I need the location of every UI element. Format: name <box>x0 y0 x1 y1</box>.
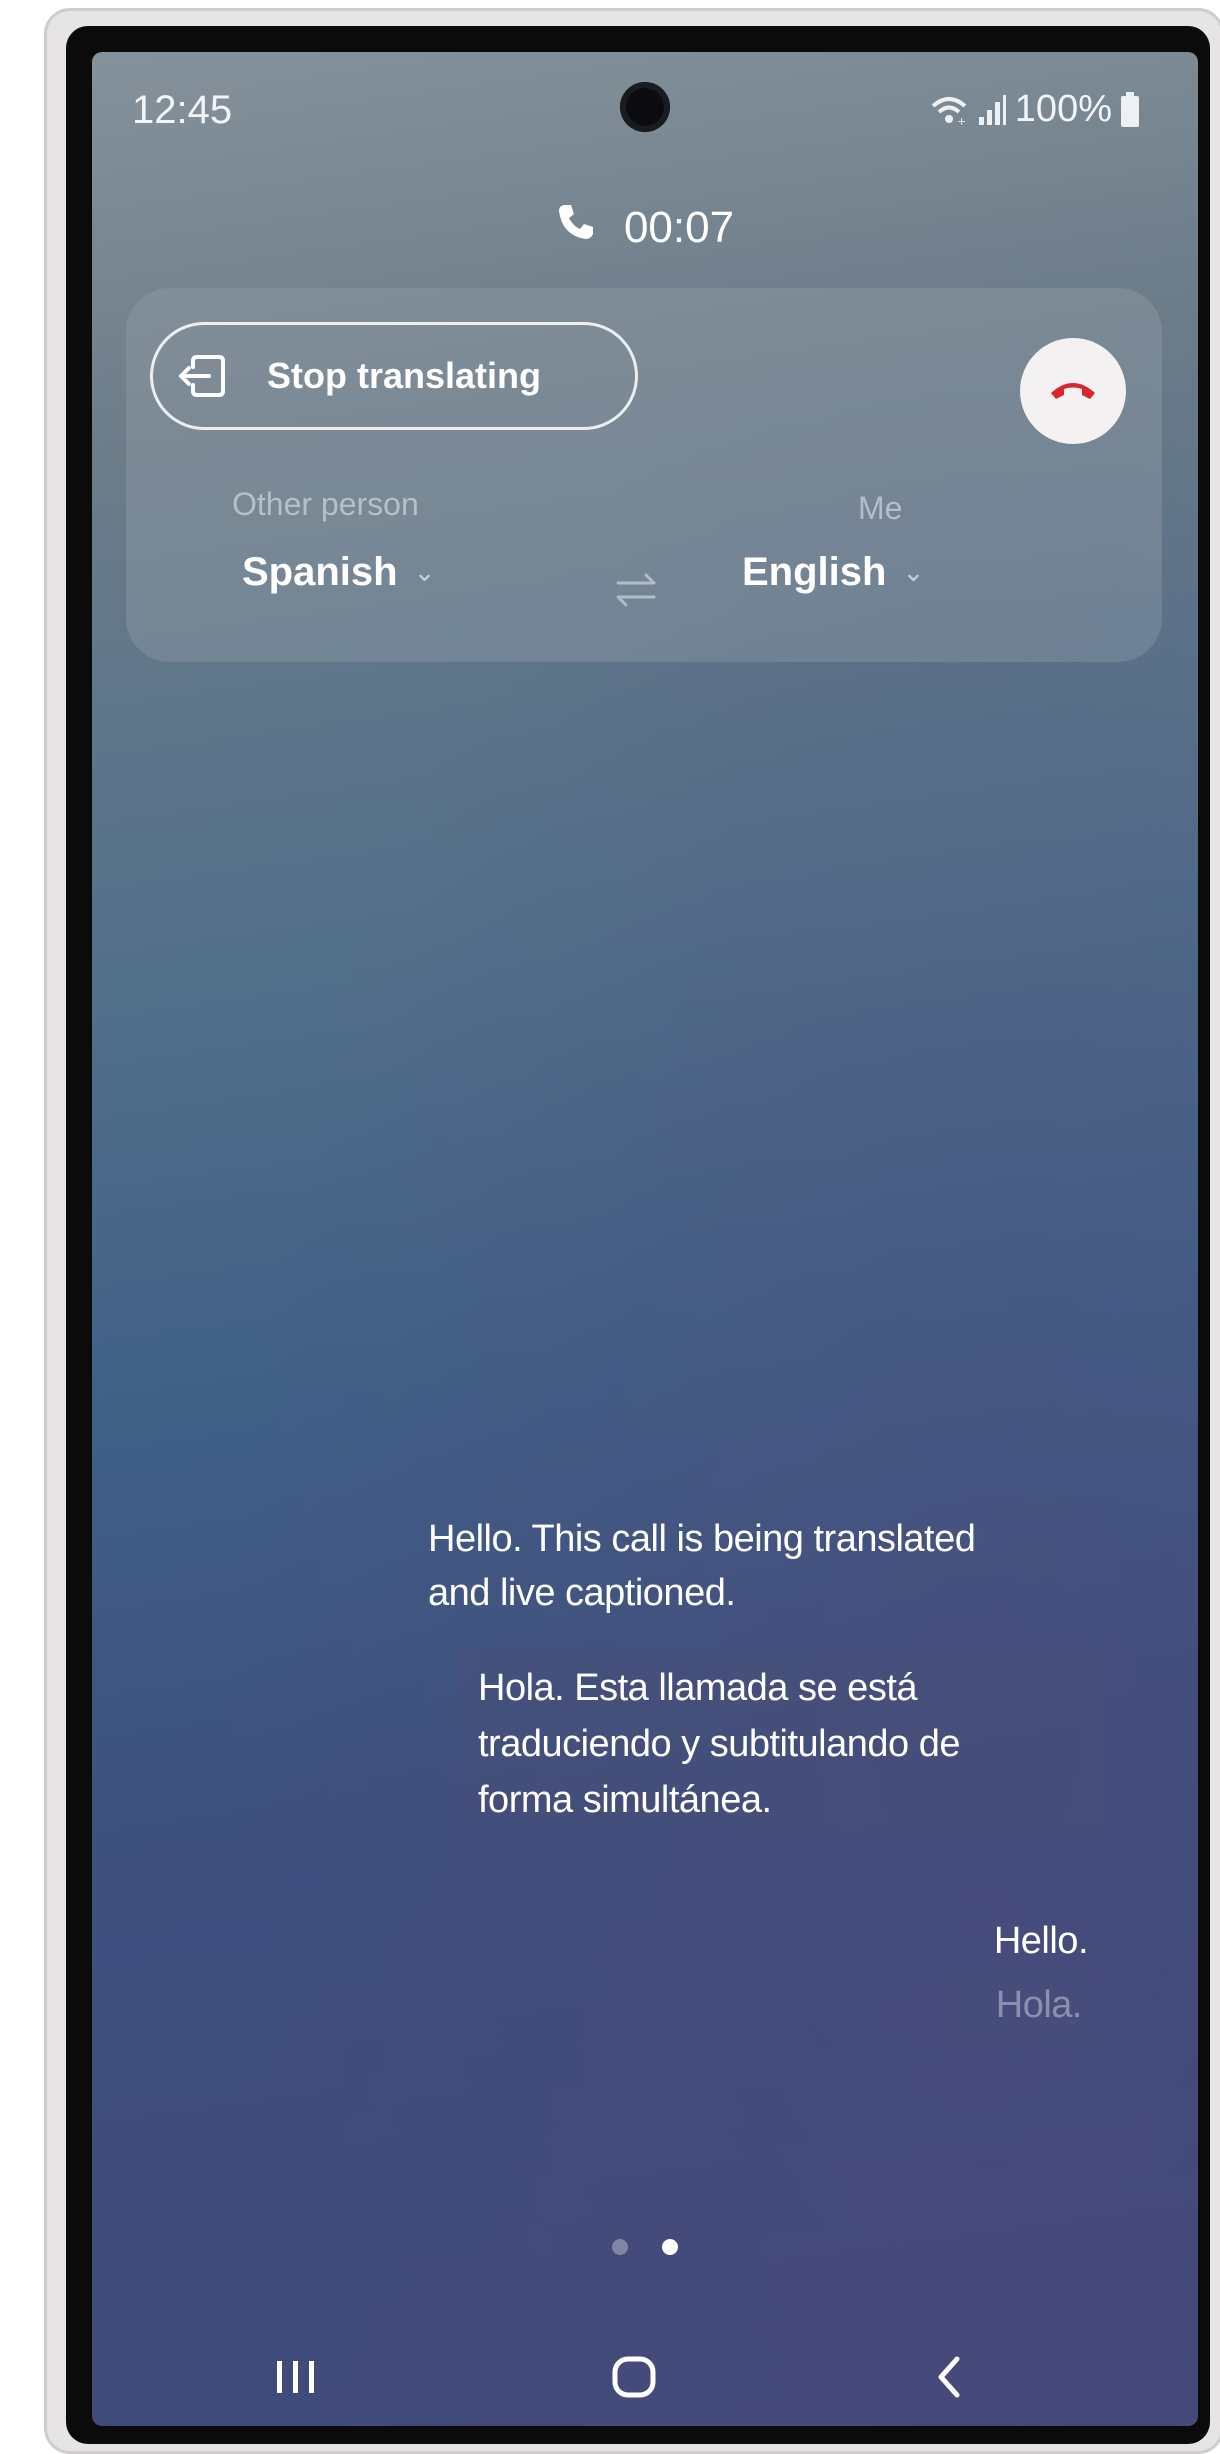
page-indicator <box>92 2239 1198 2255</box>
chevron-down-icon: ⌄ <box>902 557 925 587</box>
me-label: Me <box>858 490 903 526</box>
battery-icon <box>1120 91 1140 128</box>
stop-translating-label: Stop translating <box>267 355 542 396</box>
my-language-value: English <box>742 550 887 594</box>
battery-percent: 100% <box>1014 88 1112 130</box>
chevron-down-icon: ⌄ <box>413 557 436 587</box>
svg-text:+: + <box>957 115 966 126</box>
hang-up-icon <box>1048 377 1098 406</box>
caption-original: Hello. This call is being translated and… <box>428 1518 976 1614</box>
call-timer: 00:07 <box>92 202 1198 253</box>
home-icon[interactable] <box>604 2342 664 2412</box>
other-language-select[interactable]: Spanish ⌄ <box>242 550 435 595</box>
exit-icon <box>175 353 227 399</box>
end-call-button[interactable] <box>1020 338 1126 444</box>
other-language-value: Spanish <box>242 550 398 594</box>
swap-languages-icon[interactable] <box>612 570 660 615</box>
back-icon[interactable] <box>918 2342 978 2412</box>
my-language-select[interactable]: English ⌄ <box>742 550 924 595</box>
call-duration: 00:07 <box>623 202 735 252</box>
status-time: 12:45 <box>132 88 233 132</box>
screen: 12:45 + 100% 00:07 Stop translating Othe… <box>92 52 1198 2426</box>
stop-translating-button[interactable]: Stop translating <box>150 322 638 430</box>
signal-icon <box>977 93 1007 127</box>
navigation-bar <box>92 2342 1198 2412</box>
page-dot[interactable] <box>612 2239 628 2255</box>
caption-translation: Hola. Esta llamada se está traduciendo y… <box>458 1648 1104 1830</box>
other-person-label: Other person <box>232 486 419 522</box>
caption-translation: Hola. <box>952 1972 1090 2038</box>
status-icons: + 100% <box>929 88 1140 131</box>
phone-icon <box>556 202 596 253</box>
caption-original: Hello. <box>993 1920 1089 1962</box>
page-dot-active[interactable] <box>662 2239 678 2255</box>
recents-icon[interactable] <box>266 2342 326 2412</box>
wifi-icon: + <box>929 94 969 126</box>
front-camera <box>620 82 670 132</box>
